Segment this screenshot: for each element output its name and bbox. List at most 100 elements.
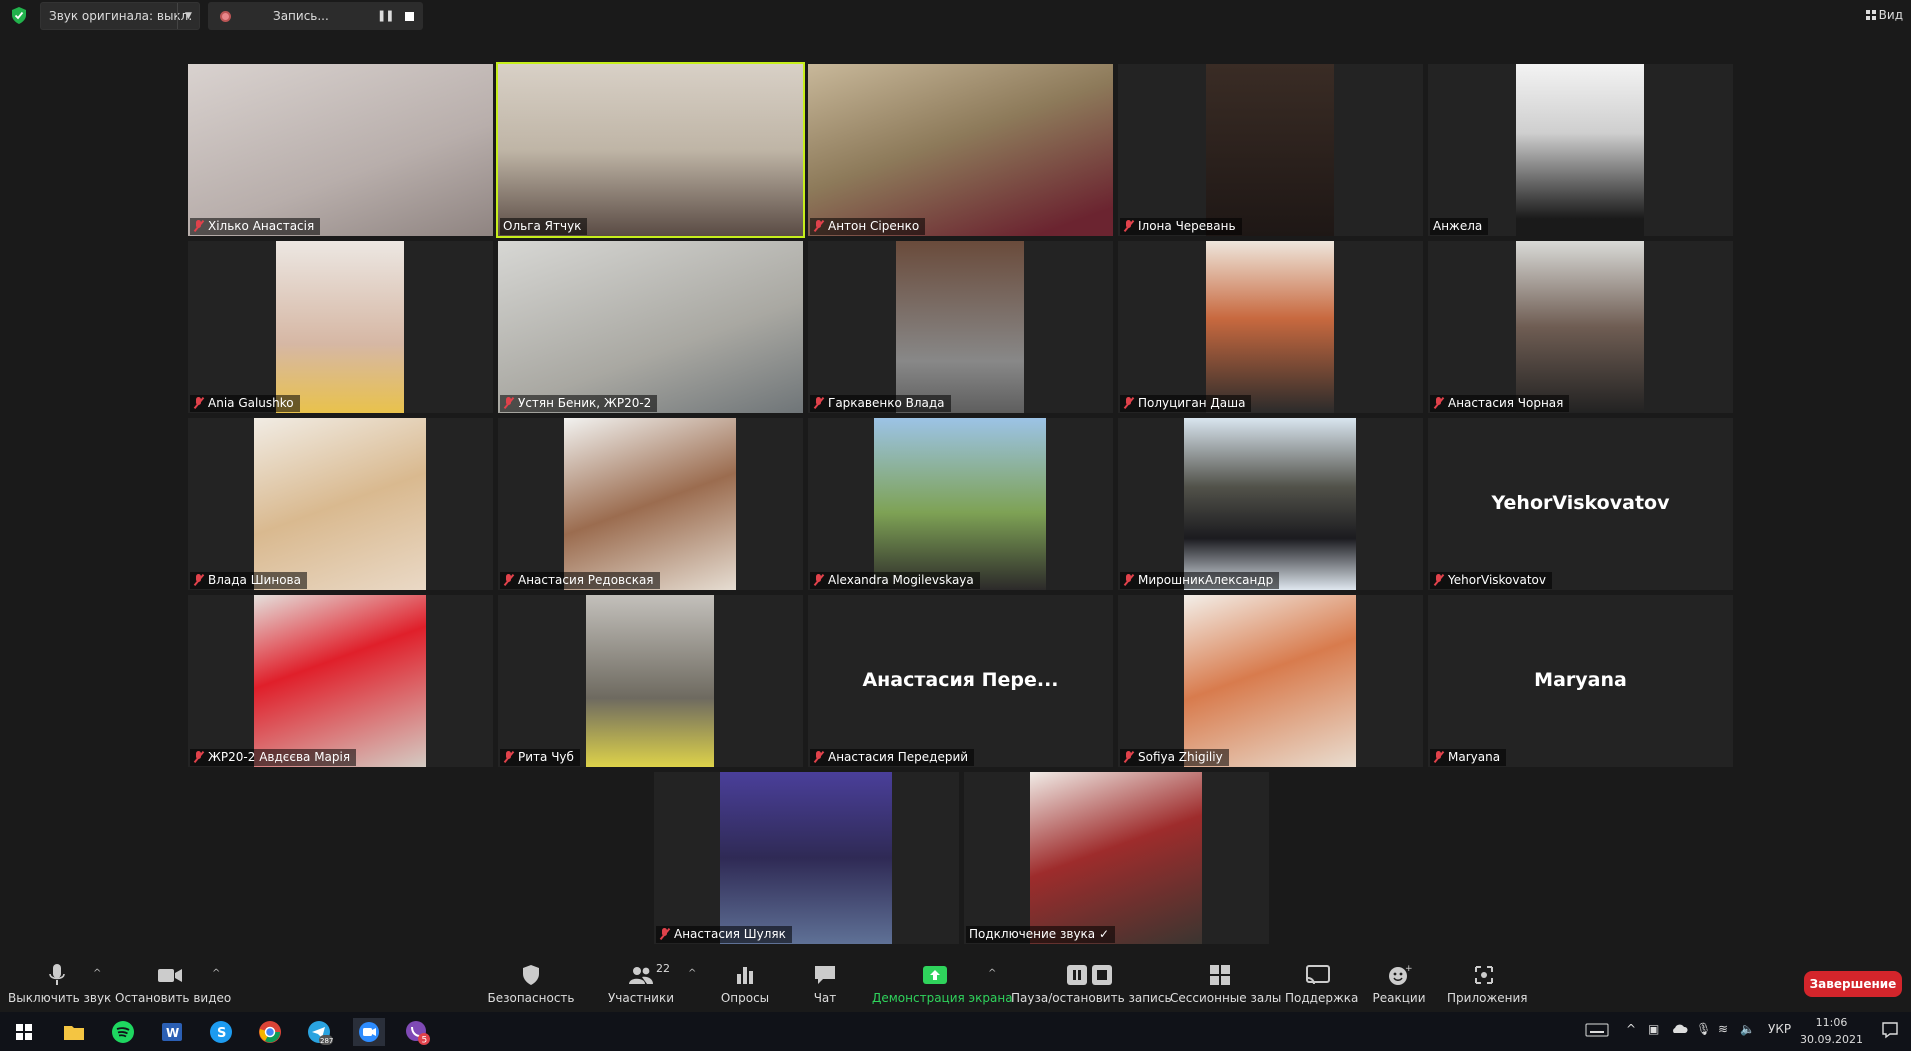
clock[interactable]: 11:06 30.09.2021 bbox=[1800, 1014, 1863, 1048]
participant-tile[interactable]: YehorViskovatov YehorViskovatov bbox=[1428, 418, 1733, 590]
windows-start-icon[interactable] bbox=[10, 1018, 38, 1046]
spotify-icon[interactable] bbox=[109, 1018, 137, 1046]
support-label: Поддержка bbox=[1285, 991, 1359, 1005]
participant-video bbox=[564, 418, 736, 590]
participant-tile[interactable]: Sofiya Zhigiliy bbox=[1118, 595, 1423, 767]
security-button[interactable]: Безопасность bbox=[487, 964, 575, 1005]
participant-tile[interactable]: Анастасия Чорная bbox=[1428, 241, 1733, 413]
participant-tile[interactable]: Подключение звука ✓ bbox=[964, 772, 1269, 944]
participant-tile[interactable]: Антон Сіренко bbox=[808, 64, 1113, 236]
participant-name-tag: Гаркавенко Влада bbox=[810, 395, 951, 412]
audio-options-chevron-icon[interactable]: ^ bbox=[93, 968, 101, 979]
chrome-icon[interactable] bbox=[256, 1018, 284, 1046]
chevron-down-icon[interactable]: ▼ bbox=[177, 3, 199, 29]
participant-name-tag: Maryana bbox=[1430, 749, 1507, 766]
shield-icon bbox=[523, 965, 539, 985]
participant-name: Ania Galushko bbox=[208, 396, 294, 410]
language-indicator[interactable]: УКР bbox=[1768, 1022, 1791, 1036]
participant-tile[interactable]: Гаркавенко Влада bbox=[808, 241, 1113, 413]
view-label: Вид bbox=[1878, 8, 1903, 22]
participant-tile[interactable]: Устян Беник, ЖР20-2 bbox=[498, 241, 803, 413]
participant-name-tag: Alexandra Mogilevskaya bbox=[810, 572, 980, 589]
participant-tile[interactable]: Рита Чуб bbox=[498, 595, 803, 767]
participant-tile[interactable]: Полуциган Даша bbox=[1118, 241, 1423, 413]
windows-taskbar: W S 287 5 ^ ▣ 🎙 ≋ 🔈 УКР 11:06 30.09.2021 bbox=[0, 1012, 1911, 1051]
security-shield-icon[interactable] bbox=[11, 7, 27, 24]
participant-tile[interactable]: Анжела bbox=[1428, 64, 1733, 236]
pause-recording-icon[interactable]: ❚❚ bbox=[377, 2, 394, 30]
microphone-tray-icon[interactable]: 🎙 bbox=[1696, 1022, 1711, 1036]
onedrive-cloud-icon[interactable] bbox=[1670, 1022, 1688, 1034]
participant-video bbox=[1030, 772, 1202, 944]
share-options-chevron-icon[interactable]: ^ bbox=[988, 968, 996, 979]
polls-button[interactable]: Опросы bbox=[717, 964, 773, 1005]
chat-button[interactable]: Чат bbox=[800, 964, 850, 1005]
pause-stop-record-button[interactable]: Пауза/остановить запись bbox=[1011, 964, 1172, 1005]
participant-tile[interactable]: Ania Galushko bbox=[188, 241, 493, 413]
participant-video bbox=[1184, 595, 1356, 767]
skype-icon[interactable]: S bbox=[207, 1018, 235, 1046]
tray-app-icon[interactable]: ▣ bbox=[1648, 1022, 1659, 1036]
file-explorer-icon[interactable] bbox=[60, 1018, 88, 1046]
participant-tile[interactable]: Alexandra Mogilevskaya bbox=[808, 418, 1113, 590]
microsoft-word-icon[interactable]: W bbox=[158, 1018, 186, 1046]
muted-mic-icon bbox=[813, 220, 824, 232]
tray-chevron-up-icon[interactable]: ^ bbox=[1626, 1022, 1636, 1036]
share-screen-button[interactable]: Демонстрация экрана bbox=[872, 964, 1013, 1005]
apps-icon bbox=[1475, 966, 1493, 984]
video-options-chevron-icon[interactable]: ^ bbox=[212, 968, 220, 979]
participant-tile[interactable]: Анастасия Редовская bbox=[498, 418, 803, 590]
participant-tile[interactable]: Maryana Maryana bbox=[1428, 595, 1733, 767]
record-dot-icon bbox=[220, 11, 231, 22]
mute-button[interactable]: Выключить звук bbox=[8, 964, 111, 1005]
reactions-button[interactable]: + Реакции bbox=[1371, 964, 1427, 1005]
pause-record-label: Пауза/остановить запись bbox=[1011, 991, 1172, 1005]
participant-video bbox=[254, 418, 426, 590]
breakout-label: Сессионные залы bbox=[1170, 991, 1282, 1005]
muted-mic-icon bbox=[813, 574, 824, 586]
muted-mic-icon bbox=[659, 928, 670, 940]
stop-recording-icon[interactable] bbox=[405, 12, 414, 21]
cast-support-icon bbox=[1306, 965, 1330, 985]
recording-indicator: Запись... ❚❚ bbox=[208, 2, 423, 30]
participant-tile[interactable]: МирошникАлександр bbox=[1118, 418, 1423, 590]
keyboard-icon[interactable] bbox=[1585, 1022, 1609, 1038]
support-button[interactable]: Поддержка bbox=[1285, 964, 1358, 1005]
notifications-icon[interactable] bbox=[1881, 1021, 1899, 1039]
participant-video bbox=[254, 595, 426, 767]
camera-icon bbox=[158, 969, 182, 982]
wifi-icon[interactable]: ≋ bbox=[1718, 1022, 1728, 1036]
participants-label: Участники bbox=[607, 991, 675, 1005]
participant-display-name: Maryana bbox=[1534, 669, 1627, 691]
stop-video-button[interactable]: Остановить видео bbox=[115, 964, 231, 1005]
participant-name-tag: Sofiya Zhigiliy bbox=[1120, 749, 1229, 766]
participant-tile[interactable]: Анастасия Пере... Анастасия Передерий bbox=[808, 595, 1113, 767]
security-label: Безопасность bbox=[487, 991, 575, 1005]
participant-name-tag: Анастасия Чорная bbox=[1430, 395, 1570, 412]
zoom-app-icon[interactable] bbox=[353, 1018, 385, 1046]
view-button[interactable]: Вид bbox=[1865, 8, 1903, 22]
clock-time: 11:06 bbox=[1815, 1016, 1848, 1029]
telegram-icon[interactable]: 287 bbox=[305, 1018, 333, 1046]
participant-tile[interactable]: Хілько Анастасія bbox=[188, 64, 493, 236]
original-audio-dropdown[interactable]: Звук оригинала: выкл. ▼ bbox=[40, 2, 200, 30]
participant-tile[interactable]: Ольга Ятчук bbox=[496, 62, 805, 238]
participant-name-tag: Рита Чуб bbox=[500, 749, 580, 766]
end-meeting-button[interactable]: Завершение bbox=[1804, 971, 1902, 997]
apps-button[interactable]: Приложения bbox=[1447, 964, 1528, 1005]
participants-chevron-icon[interactable]: ^ bbox=[688, 968, 696, 979]
volume-icon[interactable]: 🔈 bbox=[1740, 1022, 1755, 1036]
participant-tile[interactable]: Ілона Черевань bbox=[1118, 64, 1423, 236]
participant-tile[interactable]: Анастасия Шуляк bbox=[654, 772, 959, 944]
participant-name-tag: Полуциган Даша bbox=[1120, 395, 1252, 412]
muted-mic-icon bbox=[503, 397, 514, 409]
participant-name-tag: Анастасия Передерий bbox=[810, 749, 975, 766]
participant-tile[interactable]: ЖР20-2 Авдєєва Марія bbox=[188, 595, 493, 767]
breakout-rooms-button[interactable]: Сессионные залы bbox=[1170, 964, 1281, 1005]
participant-name-tag: Антон Сіренко bbox=[810, 218, 926, 235]
participants-button[interactable]: 22 Участники bbox=[604, 962, 678, 1005]
viber-icon[interactable]: 5 bbox=[403, 1018, 431, 1046]
participant-display-name: Анастасия Пере... bbox=[862, 669, 1059, 691]
participant-tile[interactable]: Влада Шинова bbox=[188, 418, 493, 590]
participant-name: Анастасия Шуляк bbox=[674, 927, 786, 941]
